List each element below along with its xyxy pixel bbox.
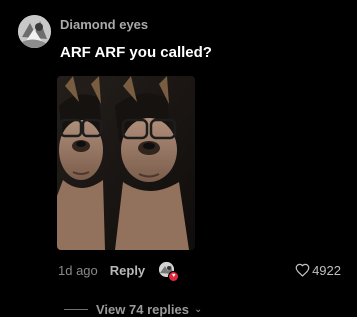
username[interactable]: Diamond eyes — [60, 17, 148, 32]
reply-button[interactable]: Reply — [110, 263, 145, 278]
timestamp: 1d ago — [58, 262, 98, 278]
creator-liked-badge: ♥ — [159, 261, 180, 282]
user-avatar[interactable] — [18, 15, 51, 48]
comment-actions: 1d ago Reply ♥ — [58, 261, 180, 282]
view-replies-label[interactable]: View 74 replies — [96, 302, 189, 317]
view-replies-button[interactable]: View 74 replies ⌄ — [64, 302, 202, 317]
like-button[interactable]: 4922 — [295, 261, 341, 279]
heart-badge-icon: ♥ — [168, 270, 180, 282]
heart-outline-icon[interactable] — [295, 263, 310, 277]
comment-text: ARF ARF you called? — [60, 44, 212, 61]
divider-line — [64, 309, 88, 310]
attached-photo[interactable] — [57, 76, 195, 250]
chevron-down-icon[interactable]: ⌄ — [194, 304, 202, 315]
like-count: 4922 — [312, 262, 341, 278]
